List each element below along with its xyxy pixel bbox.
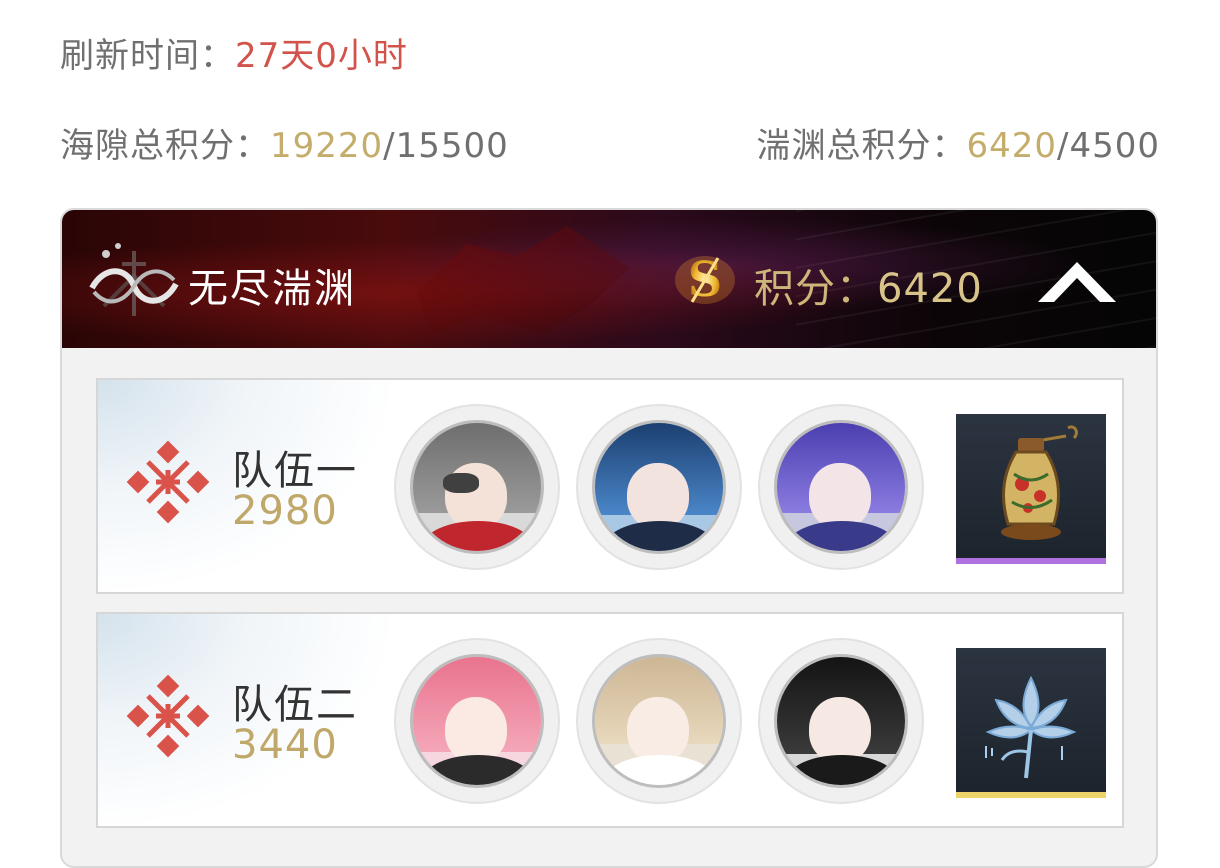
rift-score-label: 海隙总积分： [60, 126, 270, 166]
rift-score-current: 19220 [270, 126, 384, 166]
character-face [809, 463, 871, 529]
character-avatar[interactable] [758, 638, 924, 804]
ice-flower-icon [985, 675, 1077, 779]
abyss-score-label: 湍渊总积分： [756, 126, 967, 166]
team-item[interactable] [956, 414, 1106, 564]
rift-score-total: /15500 [383, 126, 509, 166]
character-face [627, 697, 689, 763]
chevron-up-icon[interactable] [1036, 258, 1118, 306]
refresh-value: 27天0小时 [235, 36, 408, 76]
team-card-2[interactable]: 队伍二 3440 [96, 612, 1124, 828]
abyss-total-score: 湍渊总积分：6420/4500 [756, 118, 1160, 167]
panel-score-label: 积分： [754, 266, 877, 312]
panel-score-value: 6420 [877, 266, 983, 312]
team-score: 2980 [232, 488, 338, 534]
team-emblem-icon [126, 674, 210, 758]
team-score: 3440 [232, 722, 338, 768]
character-avatar[interactable] [576, 404, 742, 570]
refresh-label: 刷新时间： [60, 36, 235, 76]
refresh-time: 刷新时间：27天0小时 [60, 28, 408, 77]
character-face [809, 697, 871, 763]
endless-abyss-panel: 无尽湍渊 S 积分：6420 [60, 208, 1158, 868]
abyss-emblem-icon [89, 243, 179, 316]
rarity-bar [956, 792, 1106, 798]
character-avatar[interactable] [394, 638, 560, 804]
abyss-score-total: /4500 [1057, 126, 1160, 166]
team-card-1[interactable]: 队伍一 2980 [96, 378, 1124, 594]
score-coin-icon: S [675, 252, 735, 308]
panel-header[interactable]: 无尽湍渊 S 积分：6420 [62, 210, 1156, 348]
character-avatar[interactable] [576, 638, 742, 804]
character-face [445, 697, 507, 763]
rift-total-score: 海隙总积分：19220/15500 [60, 118, 509, 167]
abyss-score-current: 6420 [966, 126, 1058, 166]
team-item[interactable] [956, 648, 1106, 798]
rarity-bar [956, 558, 1106, 564]
banner-decoration [417, 226, 630, 334]
character-avatar[interactable] [394, 404, 560, 570]
team-emblem-icon [126, 440, 210, 524]
character-face [627, 463, 689, 529]
lantern-icon [1001, 425, 1078, 540]
panel-score: 积分：6420 [754, 256, 983, 314]
character-avatar[interactable] [758, 404, 924, 570]
panel-title: 无尽湍渊 [188, 266, 356, 312]
